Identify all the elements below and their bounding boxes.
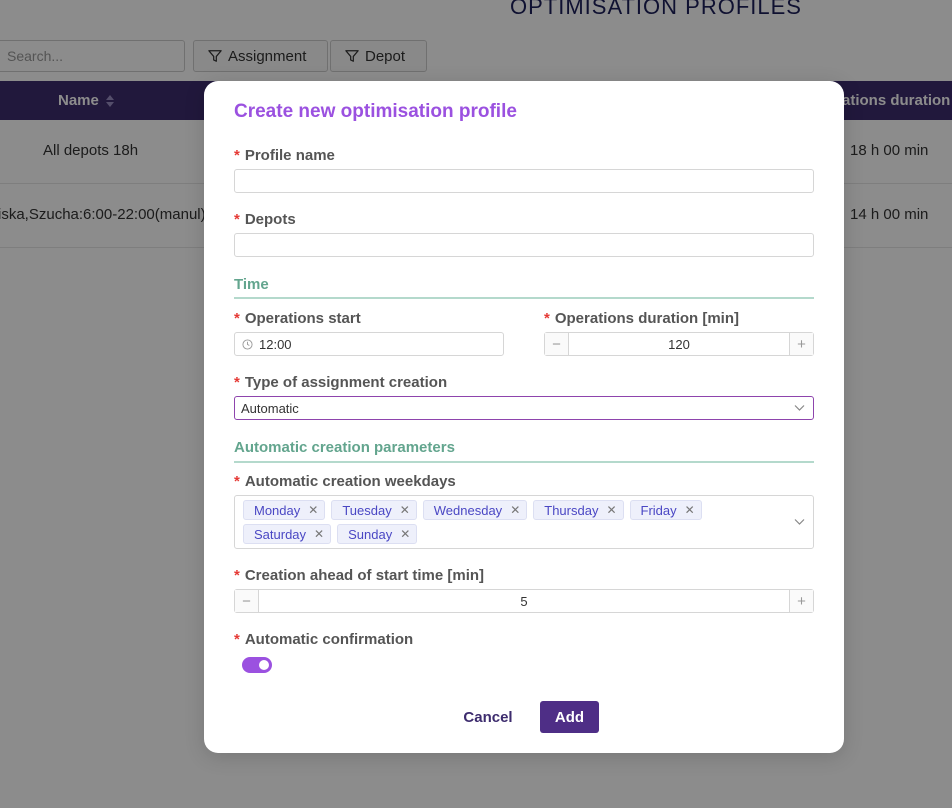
weekday-tag: Sunday ✕	[337, 524, 418, 544]
weekday-tag: Thursday ✕	[533, 500, 624, 520]
profile-name-input[interactable]	[234, 169, 814, 193]
assignment-type-label: * Type of assignment creation	[234, 374, 448, 391]
creation-ahead-label: * Creation ahead of start time [min]	[234, 567, 485, 584]
creation-ahead-stepper[interactable]: − 5 +	[234, 589, 814, 613]
operations-start-value: 12:00	[259, 336, 292, 352]
close-icon[interactable]: ✕	[685, 503, 695, 517]
close-icon[interactable]: ✕	[400, 527, 410, 541]
close-icon[interactable]: ✕	[314, 527, 324, 541]
required-asterisk: *	[234, 567, 240, 584]
weekday-tag: Friday ✕	[629, 500, 702, 520]
weekday-tag: Wednesday ✕	[422, 500, 528, 520]
required-asterisk: *	[544, 310, 550, 327]
weekdays-label: * Automatic creation weekdays	[234, 473, 456, 490]
increment-button[interactable]: +	[789, 590, 813, 612]
chevron-down-icon	[794, 405, 805, 411]
creation-ahead-value[interactable]: 5	[259, 594, 789, 609]
weekday-tag: Saturday ✕	[243, 524, 332, 544]
chevron-down-icon	[794, 519, 805, 525]
auto-confirm-label: * Automatic confirmation	[234, 631, 414, 648]
profile-name-label: * Profile name	[234, 147, 335, 164]
required-asterisk: *	[234, 147, 240, 164]
toggle-knob	[259, 660, 269, 670]
operations-duration-label: * Operations duration [min]	[544, 310, 740, 327]
decrement-button[interactable]: −	[545, 333, 569, 355]
required-asterisk: *	[234, 473, 240, 490]
depots-input[interactable]	[234, 233, 814, 257]
close-icon[interactable]: ✕	[510, 503, 520, 517]
weekday-tag: Monday ✕	[243, 500, 326, 520]
section-divider	[234, 461, 814, 463]
auto-confirm-toggle[interactable]	[242, 657, 272, 673]
required-asterisk: *	[234, 631, 240, 648]
close-icon[interactable]: ✕	[308, 503, 318, 517]
decrement-button[interactable]: −	[235, 590, 259, 612]
required-asterisk: *	[234, 374, 240, 391]
weekday-tags: Monday ✕ Tuesday ✕ Wednesday ✕ Thursday ✕ Fr…	[243, 500, 783, 544]
auto-params-section-title: Automatic creation parameters	[234, 439, 455, 456]
operations-start-label: * Operations start	[234, 310, 361, 327]
weekday-tag: Tuesday ✕	[331, 500, 417, 520]
operations-duration-value[interactable]: 120	[569, 337, 789, 352]
increment-button[interactable]: +	[789, 333, 813, 355]
cancel-button[interactable]: Cancel	[454, 701, 522, 733]
add-button[interactable]: Add	[540, 701, 599, 733]
weekdays-multiselect[interactable]: Monday ✕ Tuesday ✕ Wednesday ✕ Thursday ✕ Fr…	[234, 495, 814, 549]
assignment-type-select[interactable]: Automatic	[234, 396, 814, 420]
clock-icon	[242, 338, 253, 350]
modal-title: Create new optimisation profile	[234, 101, 517, 122]
operations-start-input[interactable]: 12:00	[234, 332, 504, 356]
close-icon[interactable]: ✕	[606, 503, 616, 517]
required-asterisk: *	[234, 310, 240, 327]
operations-duration-stepper[interactable]: − 120 +	[544, 332, 814, 356]
create-profile-modal: Create new optimisation profile * Profile…	[204, 81, 844, 753]
close-icon[interactable]: ✕	[400, 503, 410, 517]
depots-label: * Depots	[234, 211, 296, 228]
time-section-title: Time	[234, 276, 269, 293]
required-asterisk: *	[234, 211, 240, 228]
section-divider	[234, 297, 814, 299]
assignment-type-value: Automatic	[241, 400, 299, 416]
